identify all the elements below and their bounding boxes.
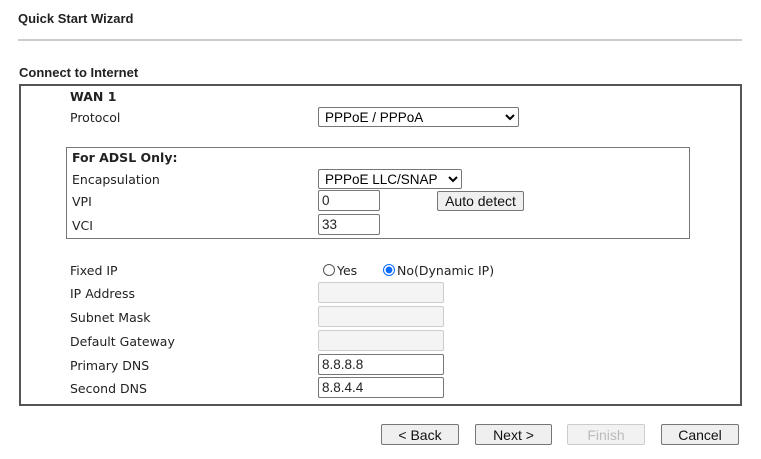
adsl-title: For ADSL Only: xyxy=(72,150,178,165)
protocol-label: Protocol xyxy=(70,110,121,125)
vpi-input[interactable] xyxy=(318,190,380,211)
subnet-mask-label: Subnet Mask xyxy=(70,310,151,325)
finish-button[interactable]: Finish xyxy=(567,424,645,445)
primary-dns-input[interactable] xyxy=(318,354,444,375)
second-dns-input[interactable] xyxy=(318,377,444,398)
subnet-mask-input[interactable] xyxy=(318,306,444,327)
next-button[interactable]: Next > xyxy=(475,424,552,445)
section-title: Connect to Internet xyxy=(19,65,139,80)
wan-title: WAN 1 xyxy=(70,89,117,104)
divider xyxy=(18,39,742,41)
ip-address-label: IP Address xyxy=(70,286,135,301)
vci-label: VCI xyxy=(72,218,93,233)
cancel-button[interactable]: Cancel xyxy=(661,424,739,445)
encapsulation-label: Encapsulation xyxy=(72,172,160,187)
second-dns-label: Second DNS xyxy=(70,381,147,396)
fixed-ip-no-radio[interactable]: No(Dynamic IP) xyxy=(383,263,494,279)
fixed-ip-label: Fixed IP xyxy=(70,263,118,278)
fixed-ip-yes-radio[interactable]: Yes xyxy=(323,263,357,279)
default-gateway-label: Default Gateway xyxy=(70,334,175,349)
radio-unchecked-icon[interactable] xyxy=(323,264,335,276)
vci-input[interactable] xyxy=(318,214,380,235)
encapsulation-select[interactable]: PPPoE LLC/SNAP xyxy=(318,169,462,189)
auto-detect-button[interactable]: Auto detect xyxy=(437,191,524,211)
vpi-label: VPI xyxy=(72,194,92,209)
protocol-select[interactable]: PPPoE / PPPoA xyxy=(318,107,519,127)
radio-checked-icon[interactable] xyxy=(383,264,395,276)
default-gateway-input[interactable] xyxy=(318,330,444,351)
primary-dns-label: Primary DNS xyxy=(70,358,150,373)
page-title: Quick Start Wizard xyxy=(18,11,134,26)
ip-address-input[interactable] xyxy=(318,282,444,303)
back-button[interactable]: < Back xyxy=(381,424,459,445)
